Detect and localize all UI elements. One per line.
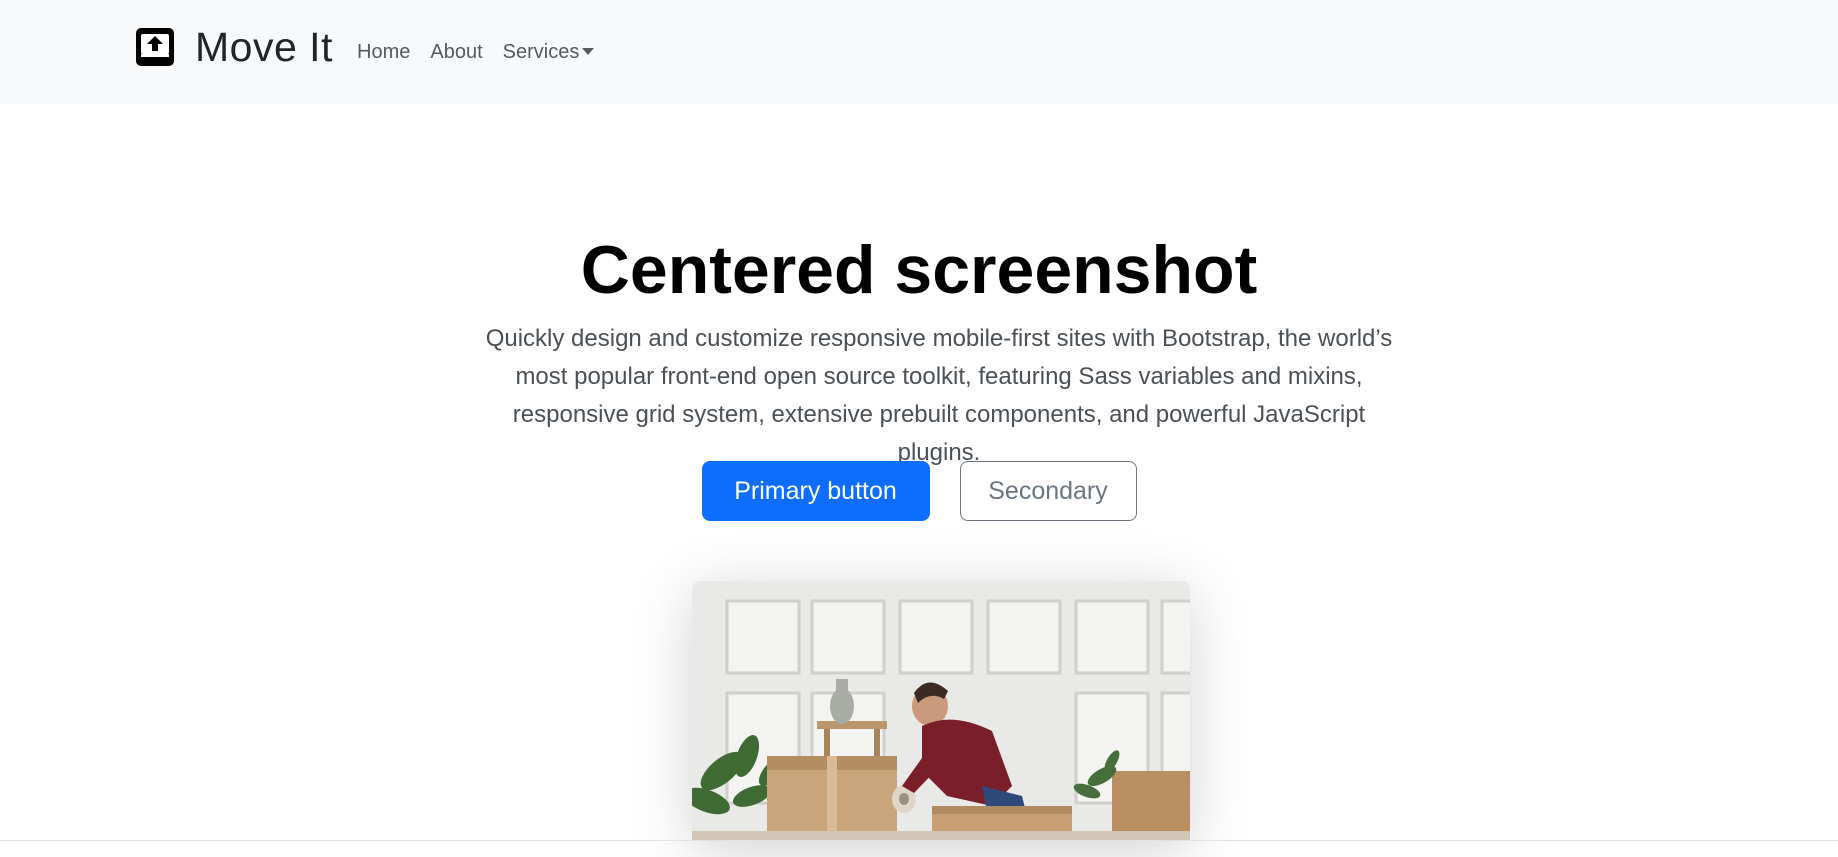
brand-link[interactable]: Move It xyxy=(135,22,333,72)
navbar: Move It Home About Services xyxy=(0,0,1838,104)
box-arrow-up-icon xyxy=(136,28,174,66)
nav-link-services-label: Services xyxy=(502,41,580,63)
secondary-button[interactable]: Secondary xyxy=(959,461,1137,521)
nav-dropdown-services[interactable]: Services xyxy=(503,38,595,66)
nav-link-home[interactable]: Home xyxy=(357,38,410,66)
caret-down-icon xyxy=(582,47,595,55)
hero-buttons: Primary button Secondary xyxy=(0,461,1838,521)
nav-link-about[interactable]: About xyxy=(430,38,482,66)
hero-title: Centered screenshot xyxy=(580,232,1258,308)
moving-boxes-photo xyxy=(692,581,1190,841)
primary-button[interactable]: Primary button xyxy=(701,461,930,521)
hero-screenshot-image xyxy=(692,581,1190,841)
nav-links: Home About Services xyxy=(357,38,614,66)
hero-lead: Quickly design and customize responsive … xyxy=(485,325,1393,466)
brand-name: Move It xyxy=(195,24,333,70)
page-divider xyxy=(0,840,1838,841)
